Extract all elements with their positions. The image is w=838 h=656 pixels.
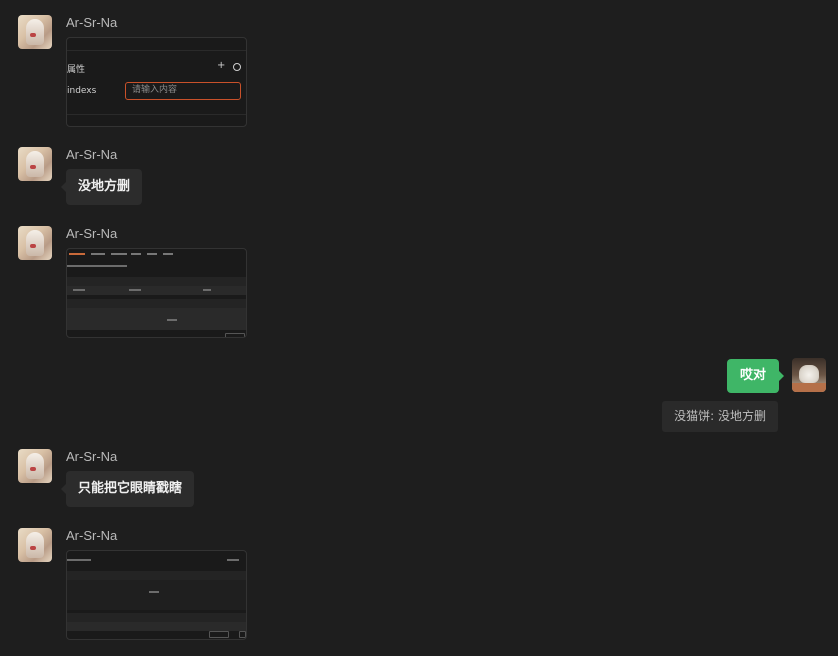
screenshot-text bbox=[227, 559, 239, 561]
message-bubble[interactable]: 只能把它眼睛戳瞎 bbox=[60, 471, 195, 507]
screenshot-tab bbox=[69, 253, 85, 255]
screenshot-text bbox=[203, 289, 211, 291]
screenshot-text bbox=[73, 289, 85, 291]
sender-avatar[interactable] bbox=[18, 528, 52, 562]
sender-name: Ar-Sr-Na bbox=[66, 147, 118, 162]
screenshot-table-row bbox=[67, 622, 246, 631]
screenshot-tab bbox=[147, 253, 157, 255]
sender-avatar[interactable] bbox=[18, 15, 52, 49]
screenshot-field-label: indexs bbox=[67, 86, 97, 96]
quoted-reply[interactable]: 没猫饼: 没地方删 bbox=[662, 401, 778, 432]
plus-icon: + bbox=[217, 60, 226, 71]
screenshot-tab bbox=[111, 253, 127, 255]
screenshot-input: 请输入内容 bbox=[125, 82, 241, 100]
gear-icon bbox=[233, 63, 241, 71]
sender-name: Ar-Sr-Na bbox=[66, 449, 118, 464]
image-attachment[interactable]: 属性 + indexs 请输入内容 bbox=[66, 37, 247, 127]
image-attachment[interactable] bbox=[66, 248, 247, 338]
own-message-bubble[interactable]: 哎对 bbox=[726, 359, 785, 393]
sender-avatar[interactable] bbox=[18, 449, 52, 483]
screenshot-text bbox=[129, 289, 141, 291]
screenshot-table-header bbox=[67, 299, 246, 308]
screenshot-tab bbox=[131, 253, 141, 255]
screenshot-text bbox=[149, 591, 159, 593]
screenshot-text bbox=[167, 319, 177, 321]
screenshot-table-header bbox=[67, 613, 246, 622]
screenshot-panel-title: 属性 bbox=[67, 65, 86, 75]
screenshot-table-header bbox=[67, 277, 246, 286]
screenshot-button bbox=[239, 631, 246, 638]
screenshot-text bbox=[67, 265, 127, 267]
screenshot-tab bbox=[91, 253, 105, 255]
sender-avatar[interactable] bbox=[18, 147, 52, 181]
screenshot-table-header bbox=[67, 571, 246, 580]
message-bubble[interactable]: 没地方删 bbox=[60, 169, 143, 205]
screenshot-table-row bbox=[67, 286, 246, 295]
sender-name: Ar-Sr-Na bbox=[66, 226, 118, 241]
sender-name: Ar-Sr-Na bbox=[66, 15, 118, 30]
screenshot-top-bar bbox=[67, 38, 246, 51]
screenshot-tab bbox=[163, 253, 173, 255]
sender-name: Ar-Sr-Na bbox=[66, 528, 118, 543]
image-attachment[interactable] bbox=[66, 550, 247, 640]
sender-avatar[interactable] bbox=[18, 226, 52, 260]
screenshot-divider bbox=[67, 114, 246, 115]
screenshot-table-body bbox=[67, 580, 246, 610]
screenshot-button bbox=[209, 631, 229, 638]
screenshot-table-body bbox=[67, 308, 246, 330]
screenshot-button bbox=[225, 333, 245, 337]
screenshot-text bbox=[67, 559, 91, 561]
self-avatar[interactable] bbox=[792, 358, 826, 392]
